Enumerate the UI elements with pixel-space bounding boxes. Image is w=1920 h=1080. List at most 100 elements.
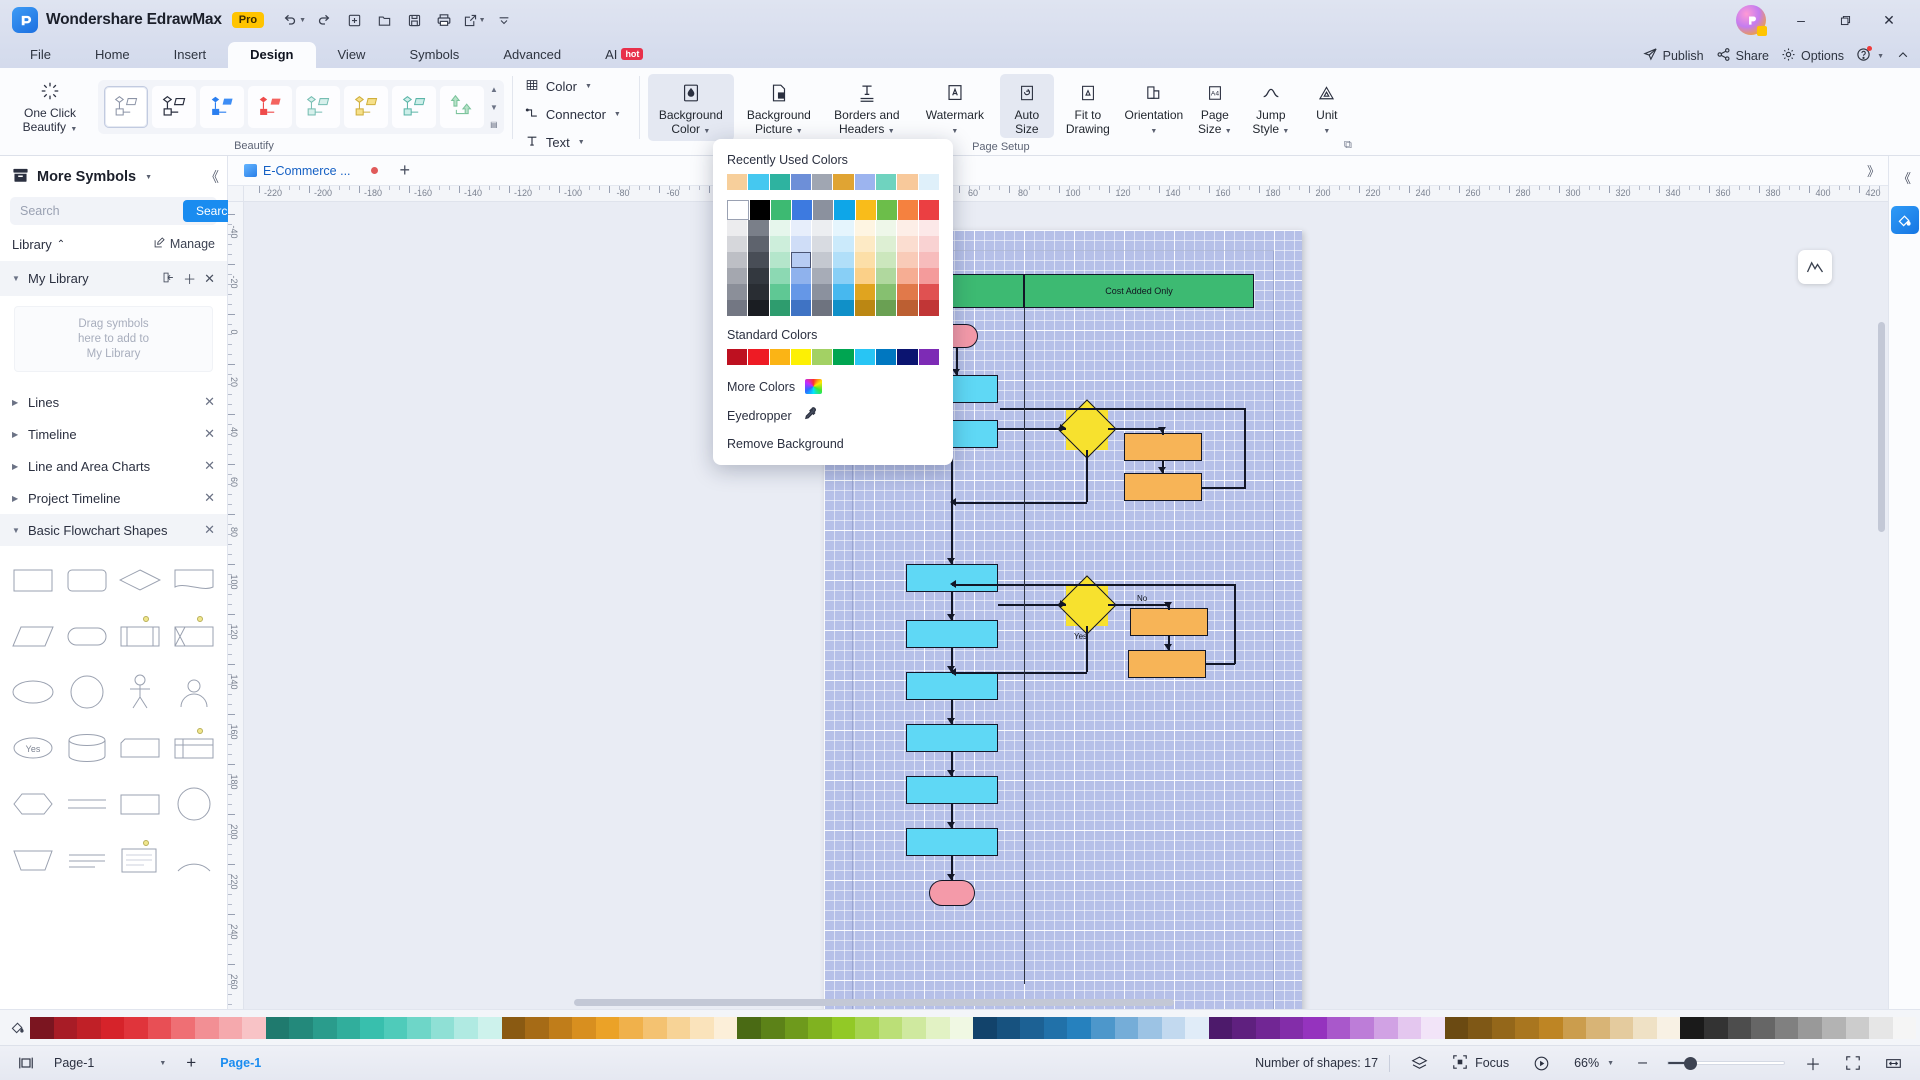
text-command[interactable]: Text▼ — [523, 132, 627, 153]
close-icon[interactable]: ✕ — [204, 394, 215, 410]
rounded-rectangle-shape[interactable] — [60, 554, 114, 606]
vertical-ruler[interactable]: -40-200204060801001201401601802002202402… — [228, 202, 244, 1009]
color-swatch[interactable] — [876, 236, 896, 252]
fill-style-icon[interactable] — [1891, 206, 1919, 234]
palette-swatch[interactable] — [1162, 1017, 1186, 1039]
tab-advanced[interactable]: Advanced — [481, 42, 583, 68]
color-swatch[interactable] — [897, 174, 917, 190]
palette-swatch[interactable] — [1350, 1017, 1374, 1039]
color-swatch[interactable] — [770, 268, 790, 284]
one-click-beautify-button[interactable]: One ClickBeautify ▼ — [4, 74, 96, 137]
palette-swatch[interactable] — [879, 1017, 903, 1039]
palette-swatch[interactable] — [1232, 1017, 1256, 1039]
color-swatch[interactable] — [812, 236, 832, 252]
note-shape[interactable] — [114, 834, 168, 886]
color-swatch[interactable] — [791, 236, 811, 252]
process-node-7[interactable] — [906, 776, 998, 804]
palette-swatch[interactable] — [667, 1017, 691, 1039]
close-icon[interactable]: ✕ — [204, 458, 215, 474]
trapezoid-shape[interactable] — [114, 778, 168, 830]
help-button[interactable]: ▼ — [1856, 47, 1884, 65]
color-swatch[interactable] — [727, 300, 747, 316]
color-swatch[interactable] — [748, 268, 768, 284]
color-swatch[interactable] — [833, 174, 853, 190]
zoom-out-button[interactable]: – — [1628, 1050, 1657, 1076]
process-node-5[interactable] — [906, 672, 998, 700]
zoom-slider-knob[interactable] — [1684, 1057, 1697, 1070]
palette-swatch[interactable] — [1657, 1017, 1681, 1039]
actor-shape[interactable] — [114, 666, 168, 718]
palette-swatch[interactable] — [761, 1017, 785, 1039]
palette-swatch[interactable] — [1091, 1017, 1115, 1039]
task-node-2[interactable] — [1124, 473, 1202, 501]
palette-swatch[interactable] — [1610, 1017, 1634, 1039]
color-swatch[interactable] — [748, 236, 768, 252]
circle-shape[interactable] — [60, 666, 114, 718]
palette-swatch[interactable] — [171, 1017, 195, 1039]
palette-swatch[interactable] — [714, 1017, 738, 1039]
color-swatch[interactable] — [727, 268, 747, 284]
palette-swatch[interactable] — [289, 1017, 313, 1039]
color-swatch[interactable] — [748, 220, 768, 236]
palette-swatch[interactable] — [1822, 1017, 1846, 1039]
palette-swatch[interactable] — [1563, 1017, 1587, 1039]
search-input[interactable] — [20, 204, 181, 218]
sidebar-item-line-and-area-charts[interactable]: ▶ Line and Area Charts ✕ — [0, 450, 227, 482]
color-swatch[interactable] — [812, 174, 832, 190]
palette-swatch[interactable] — [1680, 1017, 1704, 1039]
remove-background-item[interactable]: Remove Background — [713, 431, 953, 457]
palette-swatch[interactable] — [242, 1017, 266, 1039]
palette-swatch[interactable] — [690, 1017, 714, 1039]
new-button[interactable] — [340, 7, 368, 33]
color-swatch[interactable] — [771, 200, 791, 220]
process-node-6[interactable] — [906, 724, 998, 752]
palette-swatch[interactable] — [1115, 1017, 1139, 1039]
palette-swatch[interactable] — [195, 1017, 219, 1039]
palette-swatch[interactable] — [431, 1017, 455, 1039]
palette-swatch[interactable] — [30, 1017, 54, 1039]
present-icon[interactable] — [1523, 1051, 1560, 1076]
palette-swatch[interactable] — [1398, 1017, 1422, 1039]
rectangle-shape[interactable] — [6, 554, 60, 606]
window-minimize-button[interactable]: – — [1780, 3, 1822, 37]
color-swatch[interactable] — [833, 220, 853, 236]
palette-swatch[interactable] — [1067, 1017, 1091, 1039]
task-node-4[interactable] — [1128, 650, 1206, 678]
band-cost-added-only[interactable]: Cost Added Only — [1024, 274, 1254, 308]
decision-node-1[interactable] — [1066, 408, 1108, 450]
color-swatch[interactable] — [833, 252, 853, 268]
palette-swatch[interactable] — [1869, 1017, 1893, 1039]
gallery-scroll-controls[interactable]: ▲▼▤ — [490, 85, 498, 129]
palette-swatch[interactable] — [1185, 1017, 1209, 1039]
palette-swatch[interactable] — [737, 1017, 761, 1039]
fill-color-icon[interactable] — [4, 1019, 30, 1036]
color-swatch[interactable] — [812, 252, 832, 268]
palette-swatch[interactable] — [1704, 1017, 1728, 1039]
my-library-dropzone[interactable]: Drag symbolshere to add toMy Library — [14, 306, 213, 372]
document-tab-e-commerce[interactable]: E-Commerce ... — [234, 159, 388, 183]
color-swatch[interactable] — [919, 200, 939, 220]
divider-shape[interactable] — [60, 778, 114, 830]
palette-swatches[interactable] — [30, 1017, 1916, 1039]
layers-icon[interactable] — [1401, 1051, 1438, 1076]
color-swatch[interactable] — [833, 236, 853, 252]
palette-swatch[interactable] — [1775, 1017, 1799, 1039]
lines-shape[interactable] — [60, 834, 114, 886]
palette-swatch[interactable] — [1468, 1017, 1492, 1039]
palette-swatch[interactable] — [1492, 1017, 1516, 1039]
hexagon-shape[interactable] — [6, 778, 60, 830]
color-swatch[interactable] — [748, 252, 768, 268]
color-swatch[interactable] — [876, 349, 896, 365]
undo-button[interactable]: ▼ — [280, 7, 308, 33]
chevron-up-icon[interactable]: ⌃ — [57, 239, 65, 250]
tab-symbols[interactable]: Symbols — [387, 42, 481, 68]
color-swatch[interactable] — [898, 200, 918, 220]
add-library-icon[interactable]: ＋ — [183, 269, 196, 288]
color-swatch[interactable] — [791, 284, 811, 300]
color-swatch[interactable] — [897, 236, 917, 252]
diamond-shape[interactable] — [114, 554, 168, 606]
yes-label-shape[interactable]: Yes — [6, 722, 60, 774]
palette-swatch[interactable] — [973, 1017, 997, 1039]
color-swatch[interactable] — [812, 300, 832, 316]
tab-insert[interactable]: Insert — [152, 42, 229, 68]
